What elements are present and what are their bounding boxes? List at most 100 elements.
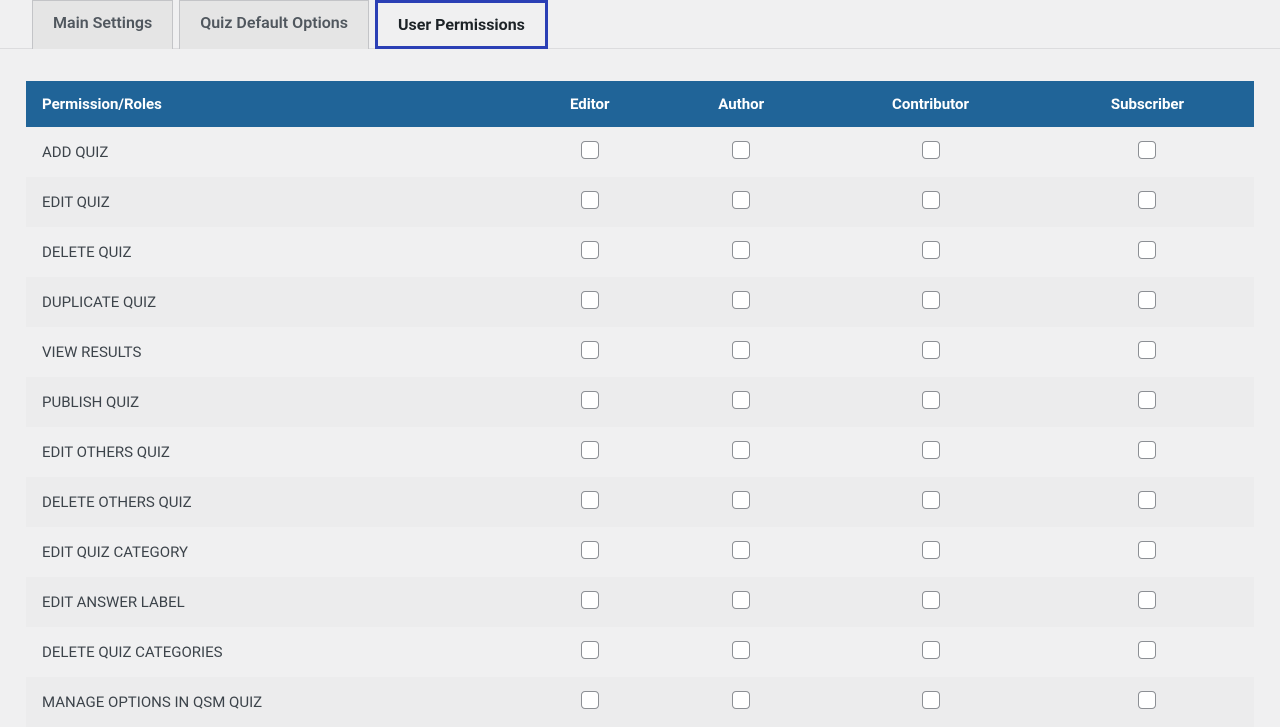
permission-checkbox-editor[interactable] <box>581 691 599 709</box>
permission-cell <box>662 427 820 477</box>
permission-checkbox-contributor[interactable] <box>922 491 940 509</box>
permission-cell <box>820 527 1041 577</box>
permission-label: VIEW RESULTS <box>26 327 517 377</box>
permission-checkbox-editor[interactable] <box>581 541 599 559</box>
permission-cell <box>820 577 1041 627</box>
permission-checkbox-editor[interactable] <box>581 191 599 209</box>
permission-checkbox-subscriber[interactable] <box>1138 141 1156 159</box>
permission-cell <box>517 277 662 327</box>
permission-cell <box>517 377 662 427</box>
permission-checkbox-subscriber[interactable] <box>1138 641 1156 659</box>
permission-cell <box>662 277 820 327</box>
permission-cell <box>1041 477 1254 527</box>
permission-cell <box>1041 227 1254 277</box>
permission-checkbox-author[interactable] <box>732 591 750 609</box>
table-row: EDIT ANSWER LABEL <box>26 577 1254 627</box>
permission-cell <box>1041 277 1254 327</box>
permission-cell <box>662 627 820 677</box>
permission-checkbox-contributor[interactable] <box>922 291 940 309</box>
permission-checkbox-author[interactable] <box>732 541 750 559</box>
permission-checkbox-author[interactable] <box>732 141 750 159</box>
table-header-row: Permission/Roles Editor Author Contribut… <box>26 81 1254 127</box>
permission-label: DELETE OTHERS QUIZ <box>26 477 517 527</box>
permission-checkbox-editor[interactable] <box>581 391 599 409</box>
permission-cell <box>662 327 820 377</box>
permission-checkbox-subscriber[interactable] <box>1138 391 1156 409</box>
permission-checkbox-contributor[interactable] <box>922 141 940 159</box>
permission-checkbox-editor[interactable] <box>581 141 599 159</box>
permissions-table: Permission/Roles Editor Author Contribut… <box>26 81 1254 727</box>
table-row: PUBLISH QUIZ <box>26 377 1254 427</box>
permission-cell <box>517 627 662 677</box>
permission-cell <box>517 527 662 577</box>
permission-checkbox-editor[interactable] <box>581 291 599 309</box>
permission-cell <box>662 577 820 627</box>
permission-label: EDIT QUIZ CATEGORY <box>26 527 517 577</box>
permission-checkbox-author[interactable] <box>732 191 750 209</box>
permission-checkbox-subscriber[interactable] <box>1138 291 1156 309</box>
permission-cell <box>517 577 662 627</box>
permission-cell <box>517 227 662 277</box>
permission-checkbox-editor[interactable] <box>581 591 599 609</box>
table-row: DELETE OTHERS QUIZ <box>26 477 1254 527</box>
header-contributor: Contributor <box>820 81 1041 127</box>
permission-checkbox-subscriber[interactable] <box>1138 491 1156 509</box>
permission-checkbox-contributor[interactable] <box>922 241 940 259</box>
permission-checkbox-editor[interactable] <box>581 241 599 259</box>
permission-checkbox-subscriber[interactable] <box>1138 691 1156 709</box>
permission-checkbox-contributor[interactable] <box>922 591 940 609</box>
permission-checkbox-contributor[interactable] <box>922 341 940 359</box>
permission-cell <box>820 227 1041 277</box>
permission-cell <box>662 377 820 427</box>
header-author: Author <box>662 81 820 127</box>
permission-checkbox-contributor[interactable] <box>922 541 940 559</box>
permission-checkbox-contributor[interactable] <box>922 691 940 709</box>
permission-checkbox-contributor[interactable] <box>922 641 940 659</box>
permission-checkbox-editor[interactable] <box>581 491 599 509</box>
permission-cell <box>1041 627 1254 677</box>
permission-checkbox-subscriber[interactable] <box>1138 591 1156 609</box>
permission-checkbox-editor[interactable] <box>581 341 599 359</box>
permission-checkbox-subscriber[interactable] <box>1138 241 1156 259</box>
tab-user-permissions[interactable]: User Permissions <box>375 0 548 49</box>
permission-checkbox-author[interactable] <box>732 441 750 459</box>
permission-cell <box>820 377 1041 427</box>
permission-label: ADD QUIZ <box>26 127 517 177</box>
permission-cell <box>820 427 1041 477</box>
permission-label: DELETE QUIZ CATEGORIES <box>26 627 517 677</box>
permission-cell <box>662 127 820 177</box>
permission-checkbox-editor[interactable] <box>581 641 599 659</box>
permission-cell <box>517 327 662 377</box>
permission-cell <box>820 327 1041 377</box>
table-row: EDIT QUIZ <box>26 177 1254 227</box>
permission-cell <box>662 177 820 227</box>
permission-cell <box>820 177 1041 227</box>
permission-checkbox-contributor[interactable] <box>922 391 940 409</box>
permission-cell <box>517 177 662 227</box>
permission-checkbox-subscriber[interactable] <box>1138 541 1156 559</box>
table-row: DELETE QUIZ CATEGORIES <box>26 627 1254 677</box>
permission-checkbox-author[interactable] <box>732 491 750 509</box>
permission-checkbox-author[interactable] <box>732 341 750 359</box>
permission-checkbox-subscriber[interactable] <box>1138 441 1156 459</box>
permission-checkbox-author[interactable] <box>732 691 750 709</box>
permission-checkbox-contributor[interactable] <box>922 441 940 459</box>
permission-checkbox-author[interactable] <box>732 391 750 409</box>
permission-label: EDIT ANSWER LABEL <box>26 577 517 627</box>
permission-checkbox-author[interactable] <box>732 291 750 309</box>
permission-cell <box>1041 127 1254 177</box>
permission-checkbox-subscriber[interactable] <box>1138 191 1156 209</box>
tab-main-settings[interactable]: Main Settings <box>32 0 173 49</box>
permission-checkbox-contributor[interactable] <box>922 191 940 209</box>
permission-cell <box>1041 427 1254 477</box>
table-row: EDIT OTHERS QUIZ <box>26 427 1254 477</box>
permission-checkbox-author[interactable] <box>732 641 750 659</box>
permission-checkbox-subscriber[interactable] <box>1138 341 1156 359</box>
permission-cell <box>662 477 820 527</box>
tab-quiz-default-options[interactable]: Quiz Default Options <box>179 0 369 49</box>
permission-cell <box>820 277 1041 327</box>
permission-cell <box>820 477 1041 527</box>
permission-label: DUPLICATE QUIZ <box>26 277 517 327</box>
permission-checkbox-editor[interactable] <box>581 441 599 459</box>
permission-checkbox-author[interactable] <box>732 241 750 259</box>
